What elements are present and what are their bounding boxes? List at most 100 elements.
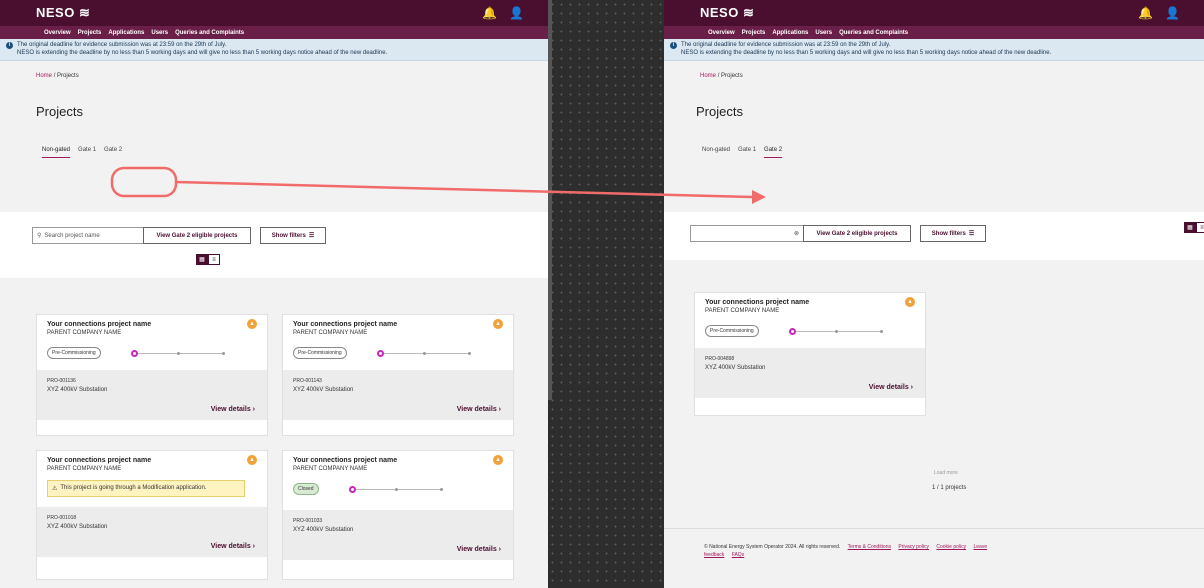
stage-badge: Pre-Commissioning xyxy=(293,347,347,359)
substation: XYZ 400kV Substation xyxy=(47,524,108,530)
footer-terms-link[interactable]: Terms & Conditions xyxy=(848,544,891,550)
nav-users[interactable]: Users xyxy=(151,30,168,36)
flag-icon: ≋ xyxy=(78,5,91,20)
nav-projects[interactable]: Projects xyxy=(78,30,102,36)
show-filters-label: Show filters xyxy=(271,232,306,239)
filter-icon: ☰ xyxy=(308,233,315,239)
gate2-eligible-button[interactable]: View Gate 2 eligible projects xyxy=(803,225,911,242)
progress-tracker xyxy=(130,349,225,357)
nav-projects[interactable]: Projects xyxy=(742,30,766,36)
status-warning-icon: ▲ xyxy=(247,319,257,329)
card-title: Your connections project name xyxy=(705,299,810,306)
tab-non-gated[interactable]: Non-gated xyxy=(702,147,730,158)
footer-leave-link[interactable]: Leave xyxy=(974,544,988,550)
grid-view-icon[interactable]: ▦ xyxy=(196,254,208,265)
right-panel: NESO ≋ 🔔 👤 Overview Projects Applications… xyxy=(664,0,1204,588)
project-id: PRO-001033 xyxy=(293,518,323,524)
progress-tracker xyxy=(788,327,883,335)
stage-badge: Pre-Commissioning xyxy=(47,347,101,359)
tab-gate-1[interactable]: Gate 1 xyxy=(738,147,756,158)
show-filters-button[interactable]: Show filters ☰ xyxy=(260,227,326,244)
bell-icon[interactable]: 🔔 xyxy=(1138,6,1153,20)
search-area: ⚲ Search project name View Gate 2 eligibl… xyxy=(0,212,548,278)
breadcrumb: Home / Projects xyxy=(700,73,1204,79)
project-card[interactable]: Your connections project name PARENT COM… xyxy=(36,450,268,580)
view-toggle: ▦ ≡ xyxy=(1184,222,1204,233)
view-details-link[interactable]: View details › xyxy=(457,406,501,413)
nav-users[interactable]: Users xyxy=(815,30,832,36)
footer-privacy-link[interactable]: Privacy policy xyxy=(898,544,929,550)
screenshot-root: NESO ≋ 🔔 👤 Overview Projects Applications… xyxy=(0,0,1204,588)
user-icon[interactable]: 👤 xyxy=(509,6,524,20)
cards-area: Your connections project name PARENT COM… xyxy=(664,260,1204,528)
gate2-eligible-button[interactable]: View Gate 2 eligible projects xyxy=(143,227,251,244)
breadcrumb-current: Projects xyxy=(721,73,743,79)
project-id: PRO-001018 xyxy=(47,515,77,521)
nav-queries[interactable]: Queries and Complaints xyxy=(175,30,244,36)
banner-line1: The original deadline for evidence submi… xyxy=(17,42,227,48)
substation: XYZ 400kV Substation xyxy=(293,387,354,393)
warning-icon: ⚠ xyxy=(52,486,58,492)
footer-feedback-link[interactable]: feedback xyxy=(704,552,724,558)
card-company: PARENT COMPANY NAME xyxy=(705,308,780,314)
neso-logo[interactable]: NESO ≋ xyxy=(700,5,754,21)
substation: XYZ 400kV Substation xyxy=(293,527,354,533)
tab-gate-2[interactable]: Gate 2 xyxy=(764,147,783,158)
scrollbar[interactable] xyxy=(548,0,552,400)
view-details-link[interactable]: View details › xyxy=(869,384,913,391)
project-count: 1 / 1 projects xyxy=(932,485,967,491)
substation: XYZ 400kV Substation xyxy=(705,365,766,371)
project-card[interactable]: Your connections project name PARENT COM… xyxy=(282,450,514,580)
show-filters-button[interactable]: Show filters ☰ xyxy=(920,225,986,242)
show-filters-label: Show filters xyxy=(931,230,966,237)
project-card[interactable]: Your connections project name PARENT COM… xyxy=(36,314,268,436)
tab-non-gated[interactable]: Non-gated xyxy=(42,147,71,158)
project-tabs: Non-gated Gate 1 Gate 2 xyxy=(702,147,1204,158)
status-warning-icon: ▲ xyxy=(905,297,915,307)
grid-view-icon[interactable]: ▦ xyxy=(1184,222,1196,233)
clear-search-icon[interactable]: ⊗ xyxy=(794,230,799,237)
footer-faqs-link[interactable]: FAQs xyxy=(732,552,745,558)
footer-copyright: © National Energy System Operator 2024. … xyxy=(704,544,841,550)
view-toggle: ▦ ≡ xyxy=(196,254,220,265)
nav-applications[interactable]: Applications xyxy=(772,30,808,36)
status-warning-icon: ▲ xyxy=(247,455,257,465)
view-details-link[interactable]: View details › xyxy=(211,543,255,550)
breadcrumb-home[interactable]: Home xyxy=(700,73,716,79)
load-more-button[interactable]: Load more xyxy=(934,470,958,476)
nav-overview[interactable]: Overview xyxy=(44,30,71,36)
screenshot-divider xyxy=(548,0,664,588)
view-details-link[interactable]: View details › xyxy=(457,546,501,553)
list-view-icon[interactable]: ≡ xyxy=(1196,222,1204,233)
user-icon[interactable]: 👤 xyxy=(1165,6,1180,20)
card-company: PARENT COMPANY NAME xyxy=(47,466,122,472)
tab-gate-2[interactable]: Gate 2 xyxy=(104,147,122,158)
project-id: PRO-004898 xyxy=(705,356,735,362)
flag-icon: ≋ xyxy=(742,5,755,20)
footer-cookie-link[interactable]: Cookie policy xyxy=(936,544,966,550)
main-nav: Overview Projects Applications Users Que… xyxy=(664,26,1204,39)
footer: © National Energy System Operator 2024. … xyxy=(664,528,1204,588)
card-company: PARENT COMPANY NAME xyxy=(47,330,122,336)
breadcrumb-home[interactable]: Home xyxy=(36,73,52,79)
view-details-link[interactable]: View details › xyxy=(211,406,255,413)
nav-applications[interactable]: Applications xyxy=(108,30,144,36)
stage-badge: Closed xyxy=(293,483,319,495)
search-input[interactable]: ⚲ Search project name xyxy=(32,227,144,244)
project-tabs: Non-gated Gate 1 Gate 2 xyxy=(42,147,548,158)
bell-icon[interactable]: 🔔 xyxy=(482,6,497,20)
card-title: Your connections project name xyxy=(293,321,398,328)
list-view-icon[interactable]: ≡ xyxy=(208,254,220,265)
project-id: PRO-001136 xyxy=(47,378,76,384)
neso-logo[interactable]: NESO ≋ xyxy=(36,5,90,21)
progress-tracker xyxy=(348,485,443,493)
card-title: Your connections project name xyxy=(47,321,152,328)
nav-overview[interactable]: Overview xyxy=(708,30,735,36)
nav-queries[interactable]: Queries and Complaints xyxy=(839,30,908,36)
search-input[interactable]: ⊗ xyxy=(690,225,804,242)
project-card[interactable]: Your connections project name PARENT COM… xyxy=(694,292,926,416)
top-bar: NESO ≋ 🔔 👤 xyxy=(664,0,1204,26)
status-warning-icon: ▲ xyxy=(493,455,503,465)
tab-gate-1[interactable]: Gate 1 xyxy=(78,147,96,158)
project-card[interactable]: Your connections project name PARENT COM… xyxy=(282,314,514,436)
